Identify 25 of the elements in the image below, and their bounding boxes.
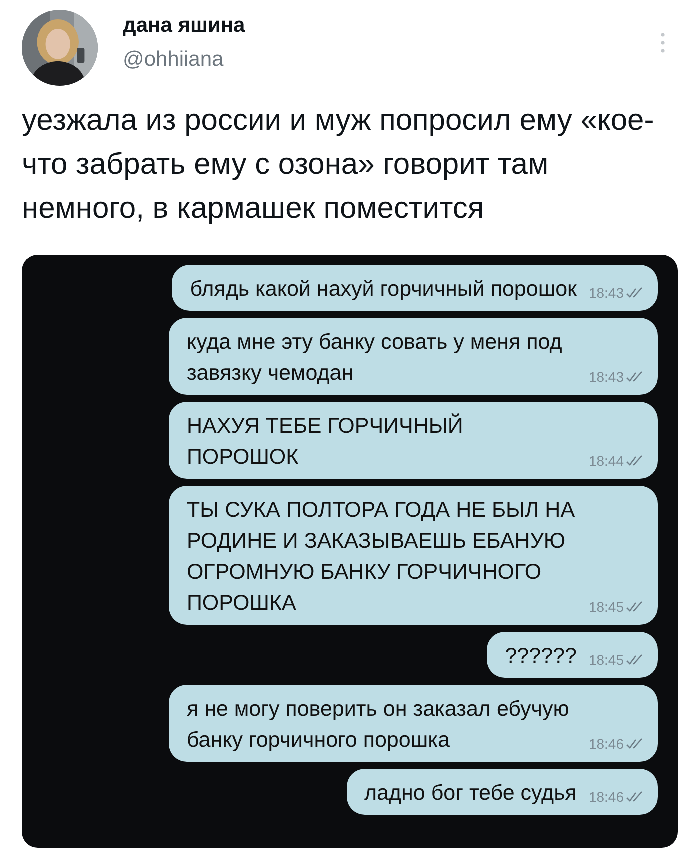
message-time: 18:45	[588, 651, 624, 670]
message-text: ??????	[505, 643, 577, 670]
double-check-icon	[626, 738, 644, 750]
message-text: НАХУЯ ТЕБЕ ГОРЧИЧНЫЙ ПОРОШОК	[186, 412, 464, 471]
author-name[interactable]: дана яшина	[123, 14, 246, 38]
message-text: ладно бог тебе судья	[364, 780, 577, 807]
message-text: я не могу поверить он заказал ебучую банку горчичного порошка	[186, 696, 570, 754]
message-time: 18:44	[588, 452, 624, 471]
message-text: куда мне эту банку совать у меня под завязку чемодан	[186, 329, 564, 387]
author-handle[interactable]: @ohhiiana	[123, 48, 246, 72]
double-check-icon	[626, 287, 644, 299]
double-check-icon	[626, 455, 644, 467]
message-time: 18:46	[588, 788, 624, 807]
double-check-icon	[626, 371, 644, 383]
tweet-text: уезжала из россии и муж попросил ему «кое-что забрать ему с озона» говорит там немного, в кармашек поместится	[22, 103, 656, 227]
message-time: 18:46	[588, 735, 624, 754]
message-text: ТЫ СУКА ПОЛТОРА ГОДА НЕ БЫЛ НА РОДИНЕ И ЗАКАЗЫВАЕШЬ ЕБАНУЮ ОГРОМНУЮ БАНКУ ГОРЧИЧНОГО ПОРОШКА	[186, 497, 576, 617]
double-check-icon	[626, 791, 644, 803]
message-text: блядь какой нахуй горчичный порошок	[190, 276, 577, 303]
message-time: 18:43	[588, 284, 624, 303]
message-time: 18:43	[588, 368, 624, 387]
double-check-icon	[626, 601, 644, 613]
double-check-icon	[626, 654, 644, 666]
message-time: 18:45	[588, 598, 624, 617]
more-icon[interactable]	[660, 32, 666, 54]
